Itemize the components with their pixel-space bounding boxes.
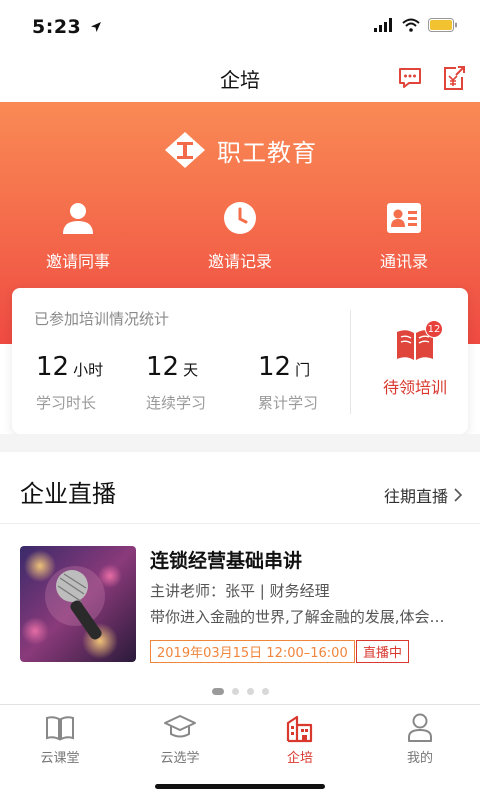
status-bar: 5:23 — [0, 0, 480, 56]
status-indicators — [374, 18, 458, 32]
message-button[interactable] — [396, 64, 424, 92]
stats-divider — [350, 310, 351, 414]
stat-consecutive-days: 12 天 连续学习 — [146, 352, 206, 413]
live-section-header: 企业直播 往期直播 — [0, 452, 480, 524]
section-separator — [0, 434, 480, 452]
tab-label: 云课堂 — [40, 751, 80, 766]
share-fee-button[interactable] — [440, 64, 468, 92]
course-date-tag: 2019年03月15日 12:00–16:00 — [150, 640, 355, 663]
tab-label: 云选学 — [160, 751, 200, 766]
tab-cloud-select[interactable]: 云选学 — [120, 713, 240, 766]
book-icon — [46, 716, 74, 741]
course-title: 连锁经营基础串讲 — [150, 550, 303, 572]
graduation-cap-icon — [164, 715, 196, 738]
nav-bar: 企培 — [0, 56, 480, 102]
course-teacher: 主讲老师：张平 | 财务经理 — [150, 582, 330, 600]
brand: 职工教育 — [0, 130, 480, 170]
person-icon — [63, 203, 93, 234]
stat-unit: 门 — [295, 361, 311, 379]
stat-value: 12 — [36, 352, 70, 382]
stat-unit: 天 — [183, 361, 199, 379]
quick-action-label: 邀请同事 — [45, 252, 110, 271]
tab-enterprise-training[interactable]: 企培 — [240, 713, 360, 766]
stat-study-hours: 12 小时 学习时长 — [36, 352, 103, 413]
stat-label: 累计学习 — [258, 394, 319, 412]
clock-text: 5:23 — [32, 16, 82, 38]
tab-profile[interactable]: 我的 — [360, 713, 480, 766]
live-course-card[interactable]: 连锁经营基础串讲 主讲老师：张平 | 财务经理 带你进入金融的世界,了解金融的发… — [0, 524, 480, 684]
pending-count-badge: 12 — [425, 320, 443, 338]
past-live-link[interactable]: 往期直播 — [384, 483, 462, 507]
location-arrow-icon — [91, 22, 102, 32]
wifi-icon — [402, 18, 420, 32]
quick-action-label: 通讯录 — [379, 252, 428, 271]
carousel-dot[interactable] — [261, 688, 269, 695]
invite-colleague-button[interactable]: 邀请同事 — [18, 198, 138, 272]
section-title: 企业直播 — [20, 480, 116, 508]
share-yen-icon — [444, 66, 465, 90]
carousel-indicator — [0, 688, 480, 695]
carousel-dot[interactable] — [211, 688, 224, 695]
home-indicator — [155, 784, 325, 789]
live-status-badge: 直播中 — [356, 640, 410, 663]
brand-logo-icon — [165, 132, 205, 168]
status-time: 5:23 — [32, 16, 102, 38]
past-live-label: 往期直播 — [383, 487, 448, 506]
signal-icon — [374, 18, 392, 32]
stat-total-courses: 12 门 累计学习 — [258, 352, 318, 413]
carousel-dot[interactable] — [246, 688, 254, 695]
course-description: 带你进入金融的世界,了解金融的发展,体会… — [150, 608, 445, 626]
carousel-dot[interactable] — [231, 688, 239, 695]
training-stats-card: 已参加培训情况统计 12 小时 学习时长 12 天 连续学习 12 门 累计学习 12… — [12, 288, 468, 434]
stats-title: 已参加培训情况统计 — [34, 310, 170, 328]
stat-value: 12 — [146, 352, 180, 382]
brand-name: 职工教育 — [217, 138, 317, 167]
tab-label: 企培 — [286, 751, 313, 766]
battery-icon — [428, 18, 457, 32]
stat-label: 学习时长 — [36, 394, 97, 412]
tab-cloud-classroom[interactable]: 云课堂 — [0, 713, 120, 766]
contact-card-icon — [387, 203, 421, 233]
microphone-image — [20, 546, 136, 662]
tab-label: 我的 — [406, 751, 433, 766]
pending-training-label: 待领培训 — [382, 378, 447, 397]
pending-training-button[interactable]: 12 待领培训 — [362, 320, 468, 398]
stat-label: 连续学习 — [146, 394, 207, 412]
user-icon — [408, 713, 432, 742]
chevron-right-icon — [454, 488, 462, 502]
course-thumbnail — [20, 546, 136, 662]
stat-unit: 小时 — [73, 361, 104, 379]
building-icon — [286, 715, 313, 743]
invite-record-button[interactable]: 邀请记录 — [180, 198, 300, 272]
chat-bubble-icon — [399, 68, 421, 88]
stat-value: 12 — [258, 352, 292, 382]
contacts-button[interactable]: 通讯录 — [344, 198, 464, 272]
quick-action-label: 邀请记录 — [207, 252, 272, 271]
clock-icon — [224, 202, 256, 234]
